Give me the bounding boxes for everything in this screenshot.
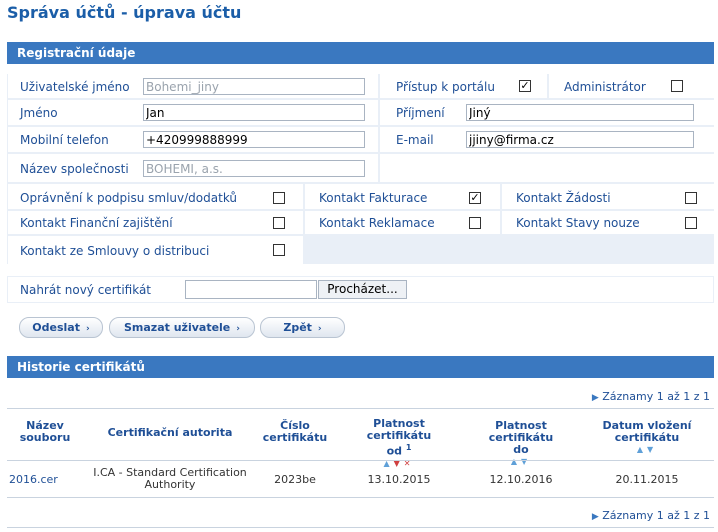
lastname-field[interactable] (466, 104, 694, 121)
portal-access-checkbox[interactable]: ✓ (519, 80, 531, 92)
upload-label: Nahrát nový certifikát (20, 283, 152, 297)
financial-label: Kontakt Finanční zajištění (20, 216, 173, 230)
sort-asc-icon[interactable]: ▲ (637, 445, 647, 454)
distribution-label: Kontakt ze Smlouvy o distribuci (20, 244, 210, 258)
cell-ca: I.CA - Standard Certification Authority (93, 466, 247, 491)
emergency-checkbox[interactable] (685, 217, 697, 229)
column-header-inserted[interactable]: Datum vložení certifikátu ▲▼ (584, 420, 710, 456)
phone-field[interactable] (143, 131, 365, 148)
send-button[interactable]: Odeslat › (19, 317, 103, 338)
portal-access-label: Přístup k portálu (396, 80, 495, 94)
pager-bottom-text: Záznamy 1 až 1 z 1 (602, 509, 710, 522)
requests-checkbox[interactable] (685, 192, 697, 204)
emergency-label: Kontakt Stavy nouze (516, 216, 640, 230)
pager-bottom[interactable]: ▶ Záznamy 1 až 1 z 1 (592, 509, 710, 522)
company-field[interactable] (143, 160, 365, 177)
pager-top[interactable]: ▶ Záznamy 1 až 1 z 1 (592, 390, 710, 403)
sort-controls-inserted[interactable]: ▲▼ (584, 444, 710, 456)
column-header-valid-from[interactable]: Platnost certifikátu od 1 ▲▼✕ (340, 418, 458, 470)
firstname-field[interactable] (143, 104, 365, 121)
chevron-right-icon: › (317, 324, 322, 334)
email-label: E-mail (396, 133, 434, 147)
email-field[interactable] (466, 131, 694, 148)
admin-label: Administrátor (564, 80, 646, 94)
complaints-label: Kontakt Reklamace (319, 216, 435, 230)
column-header-ca[interactable]: Certifikační autorita (90, 427, 250, 439)
browse-button[interactable]: Procházet... (318, 280, 407, 299)
history-section-header: Historie certifikátů (7, 356, 714, 378)
billing-label: Kontakt Fakturace (319, 191, 428, 205)
send-button-label: Odeslat (32, 321, 80, 334)
cell-valid-from: 13.10.2015 (367, 473, 431, 486)
certificate-file-input[interactable] (185, 280, 317, 299)
billing-checkbox[interactable]: ✓ (469, 192, 481, 204)
cell-inserted: 20.11.2015 (615, 473, 679, 486)
financial-checkbox[interactable] (273, 217, 285, 229)
pager-top-text: Záznamy 1 až 1 z 1 (602, 390, 710, 403)
delete-user-button[interactable]: Smazat uživatele › (109, 317, 255, 338)
sort-desc-icon[interactable]: ▼ (647, 445, 657, 454)
distribution-checkbox[interactable] (273, 244, 285, 256)
page-title: Správa účtů - úprava účtu (7, 3, 242, 22)
phone-label: Mobilní telefon (20, 133, 109, 147)
chevron-right-icon: › (236, 324, 240, 334)
requests-label: Kontakt Žádosti (516, 191, 611, 205)
triangle-right-icon: ▶ (591, 393, 599, 403)
column-header-number[interactable]: Číslo certifikátu (255, 420, 335, 444)
company-label: Název společnosti (20, 162, 129, 176)
triangle-right-icon: ▶ (591, 512, 599, 522)
lastname-label: Příjmení (396, 106, 445, 120)
firstname-label: Jméno (20, 106, 58, 120)
back-button[interactable]: Zpět › (260, 317, 345, 338)
admin-checkbox[interactable] (671, 80, 683, 92)
cell-valid-to: 12.10.2016 (489, 473, 553, 486)
cell-number: 2023be (274, 473, 316, 486)
back-button-label: Zpět (283, 321, 312, 334)
sort-asc-icon[interactable]: ▲ (511, 457, 521, 466)
sort-controls-valid-to[interactable]: ▲▼ (462, 456, 580, 468)
sort-desc-icon[interactable]: ▼ (521, 457, 531, 466)
registration-grid: Uživatelské jméno Přístup k portálu ✓ Ad… (7, 74, 714, 264)
delete-user-button-label: Smazat uživatele (124, 321, 231, 334)
cell-file-link[interactable]: 2016.cer (9, 474, 58, 486)
chevron-right-icon: › (85, 324, 90, 334)
complaints-checkbox[interactable] (469, 217, 481, 229)
sign-label: Oprávnění k podpisu smluv/dodatků (20, 191, 238, 205)
username-label: Uživatelské jméno (20, 80, 130, 94)
upload-row: Nahrát nový certifikát Procházet... (7, 276, 714, 303)
registration-section-header: Registrační údaje (7, 42, 714, 64)
sign-checkbox[interactable] (273, 192, 285, 204)
column-header-file[interactable]: Název souboru (7, 420, 83, 444)
username-field[interactable] (143, 78, 365, 95)
